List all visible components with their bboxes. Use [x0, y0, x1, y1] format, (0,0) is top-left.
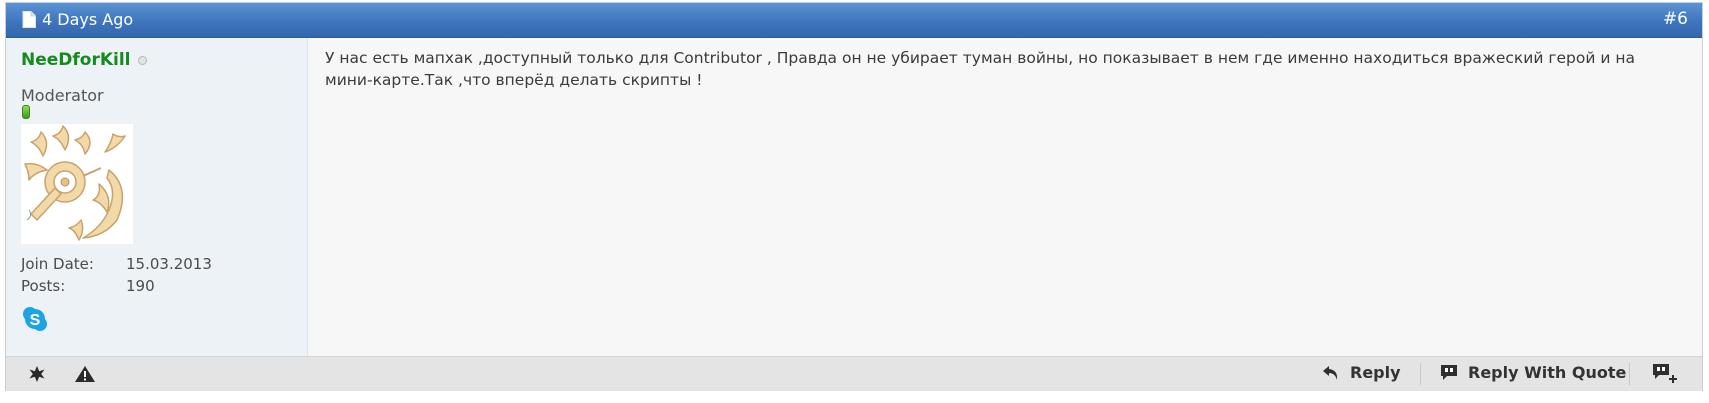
reply-with-quote-label: Reply With Quote — [1468, 363, 1627, 382]
document-icon — [22, 11, 36, 28]
post-number-link[interactable]: #6 — [1663, 9, 1688, 29]
post-date-wrap: 4 Days Ago — [22, 10, 133, 29]
svg-text:S: S — [30, 312, 41, 329]
forum-post: 4 Days Ago #6 NeeDforKill Moderator Join… — [5, 2, 1703, 391]
post-header: 4 Days Ago #6 — [6, 3, 1702, 38]
star-icon[interactable] — [26, 365, 48, 383]
posts-label: Posts: — [21, 277, 66, 295]
quote-bubble-icon — [1441, 364, 1457, 380]
reply-with-quote-button[interactable]: Reply With Quote — [1439, 363, 1626, 382]
username-link[interactable]: NeeDforKill — [21, 50, 131, 70]
user-avatar[interactable] — [21, 124, 133, 244]
post-message: У нас есть мапхак ,доступный только для … — [325, 49, 1635, 89]
reputation-icon — [22, 105, 30, 119]
reply-arrow-icon — [1323, 365, 1338, 380]
post-date: 4 Days Ago — [42, 10, 134, 29]
username-row: NeeDforKill — [21, 50, 147, 70]
user-title: Moderator — [21, 86, 104, 105]
reply-label: Reply — [1350, 363, 1401, 382]
join-date-value: 15.03.2013 — [126, 255, 212, 273]
footer-separator — [1420, 363, 1421, 385]
warning-icon[interactable] — [74, 365, 96, 383]
multi-quote-plus-icon[interactable] — [1651, 363, 1679, 385]
posts-value: 190 — [126, 277, 155, 295]
post-footer-controls: Reply Reply With Quote — [6, 356, 1702, 391]
post-content: У нас есть мапхак ,доступный только для … — [308, 38, 1702, 356]
offline-status-icon — [137, 55, 147, 65]
skype-icon[interactable]: S — [22, 306, 48, 332]
user-info-column: NeeDforKill Moderator Join Date: 15.03.2… — [6, 38, 308, 356]
reply-button[interactable]: Reply — [1321, 363, 1401, 382]
join-date-label: Join Date: — [21, 255, 94, 273]
footer-separator — [1629, 363, 1630, 385]
